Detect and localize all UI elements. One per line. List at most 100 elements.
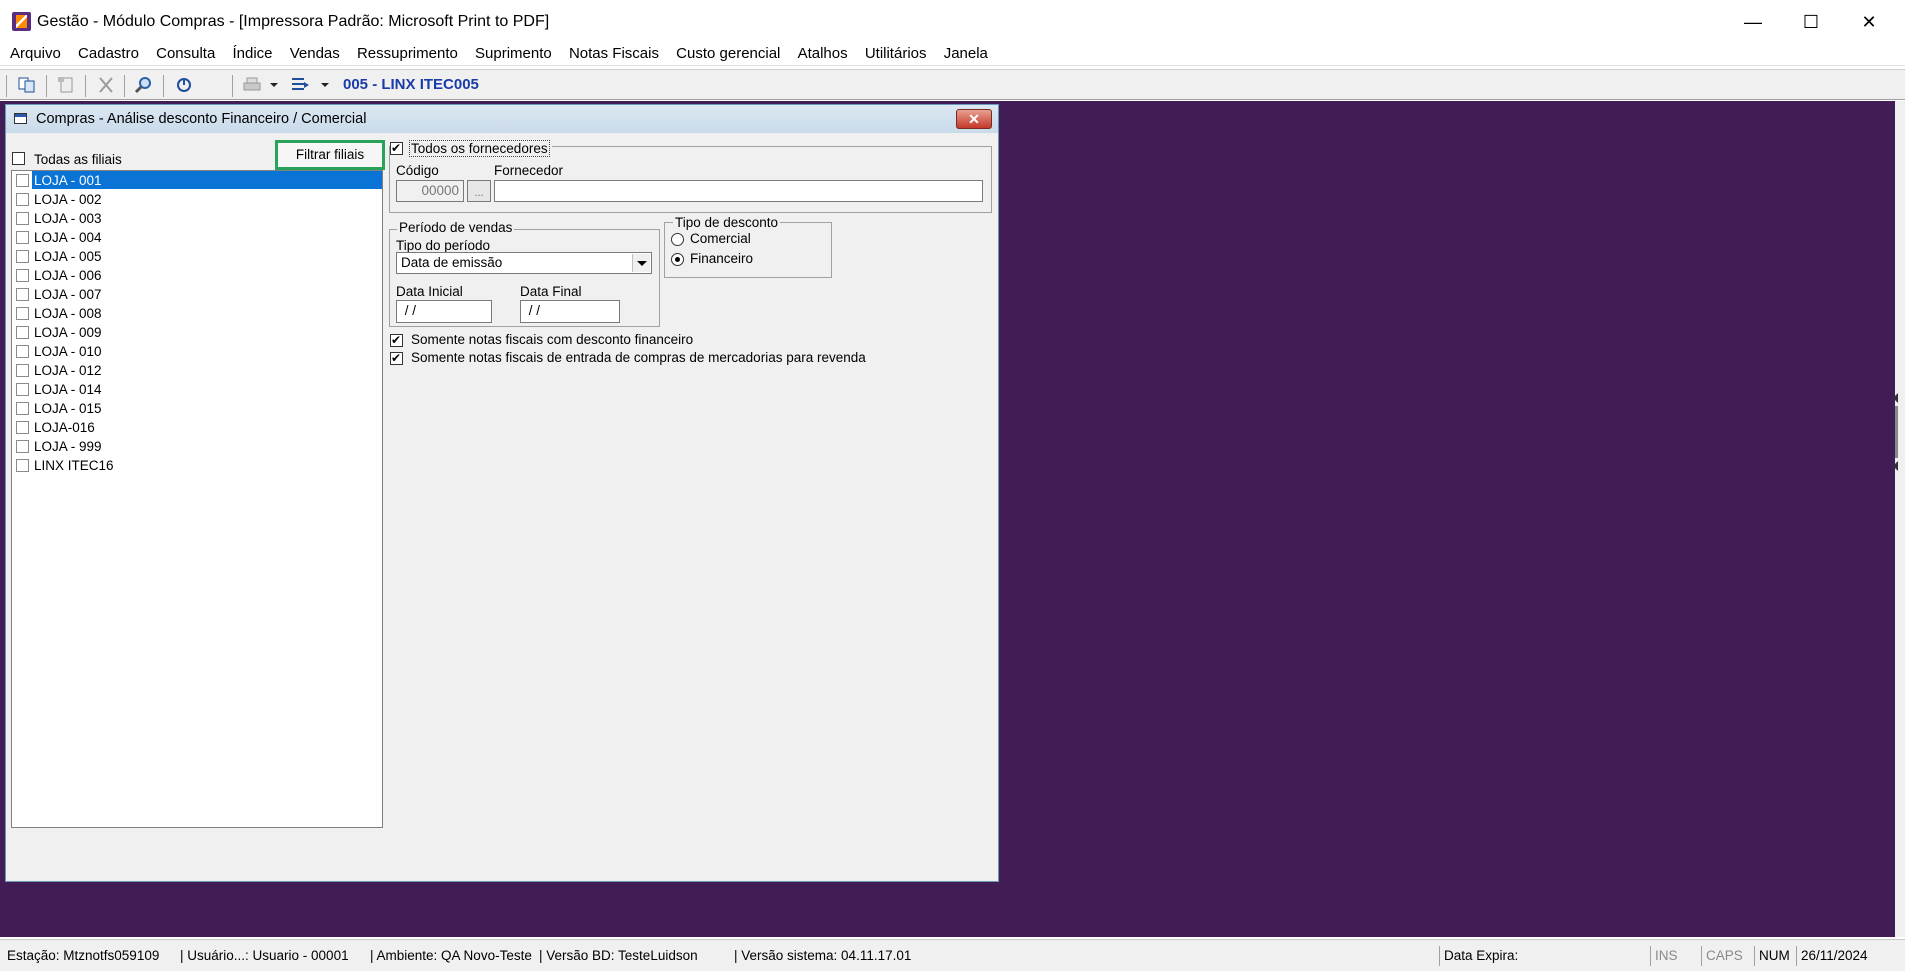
branch-checkbox[interactable]	[16, 345, 29, 358]
supplier-code-field[interactable]: 00000	[396, 180, 464, 202]
list-item[interactable]: LOJA - 002	[12, 190, 382, 209]
menu-cadastro[interactable]: Cadastro	[69, 42, 147, 66]
all-branches-checkbox[interactable]	[12, 152, 25, 165]
branch-label: LOJA - 006	[34, 268, 102, 283]
analysis-window-titlebar: Compras - Análise desconto Financeiro / …	[6, 105, 998, 133]
branch-checkbox[interactable]	[16, 326, 29, 339]
list-item[interactable]: LOJA - 005	[12, 247, 382, 266]
branch-label: LOJA - 999	[34, 439, 102, 454]
list-item[interactable]: LOJA - 010	[12, 342, 382, 361]
new-document-icon[interactable]	[57, 76, 77, 94]
menu-indice[interactable]: Índice	[224, 42, 281, 66]
list-item[interactable]: LOJA - 008	[12, 304, 382, 323]
discount-comercial-label: Comercial	[690, 231, 751, 246]
branch-checkbox[interactable]	[16, 212, 29, 225]
only-purchase-resale-checkbox[interactable]	[390, 350, 403, 366]
copy-icon[interactable]	[17, 76, 37, 94]
menu-arquivo[interactable]: Arquivo	[0, 42, 69, 66]
list-item[interactable]: LOJA - 014	[12, 380, 382, 399]
status-num: NUM	[1754, 946, 1795, 966]
branch-checkbox[interactable]	[16, 307, 29, 320]
status-db-version: | Versão BD: TesteLuidson	[539, 948, 698, 963]
branch-checkbox[interactable]	[16, 440, 29, 453]
scroll-arrows-icon[interactable]	[1893, 392, 1899, 472]
list-item[interactable]: LOJA - 009	[12, 323, 382, 342]
list-item[interactable]: LOJA - 001	[12, 171, 382, 190]
discount-comercial-radio[interactable]	[671, 233, 684, 246]
window-title: Gestão - Módulo Compras - [Impressora Pa…	[37, 13, 550, 30]
delete-icon[interactable]	[96, 76, 116, 94]
branch-label: LOJA - 007	[34, 287, 102, 302]
branch-label: LINX ITEC16	[34, 458, 114, 473]
branch-checkbox[interactable]	[16, 288, 29, 301]
branch-list[interactable]: LOJA - 001 LOJA - 002 LOJA - 003 LOJA - …	[11, 170, 383, 828]
branch-label: LOJA - 012	[34, 363, 102, 378]
list-item[interactable]: LINX ITEC16	[12, 456, 382, 475]
menu-consulta[interactable]: Consulta	[148, 42, 224, 66]
menu-notas-fiscais[interactable]: Notas Fiscais	[560, 42, 667, 66]
end-date-field[interactable]: / /	[520, 300, 620, 323]
minimize-icon: —	[1744, 12, 1762, 32]
export-icon[interactable]	[290, 76, 310, 94]
status-ins: INS	[1650, 946, 1700, 966]
all-suppliers-label: Todos os fornecedores	[409, 140, 550, 157]
dropdown-button[interactable]	[632, 254, 650, 272]
start-date-field[interactable]: / /	[396, 300, 492, 323]
toolbar-separator	[163, 75, 164, 97]
all-suppliers-checkbox[interactable]	[390, 140, 403, 156]
list-item[interactable]: LOJA - 003	[12, 209, 382, 228]
menu-janela[interactable]: Janela	[935, 42, 996, 66]
menu-utilitarios[interactable]: Utilitários	[856, 42, 935, 66]
branch-checkbox[interactable]	[16, 364, 29, 377]
close-icon: ✕	[968, 111, 980, 127]
toolbar-separator	[85, 75, 86, 97]
menu-suprimento[interactable]: Suprimento	[466, 42, 560, 66]
filter-branches-button[interactable]: Filtrar filiais	[275, 140, 385, 170]
minimize-button[interactable]: —	[1724, 4, 1782, 40]
window-icon	[14, 113, 27, 124]
list-item[interactable]: LOJA - 004	[12, 228, 382, 247]
list-item[interactable]: LOJA - 999	[12, 437, 382, 456]
branch-label: LOJA - 001	[34, 173, 102, 188]
menu-ressuprimento[interactable]: Ressuprimento	[348, 42, 466, 66]
branch-checkbox[interactable]	[16, 231, 29, 244]
search-icon[interactable]	[134, 76, 154, 94]
branch-label: LOJA - 009	[34, 325, 102, 340]
close-button[interactable]: ✕	[1840, 4, 1898, 40]
only-purchase-resale-label: Somente notas fiscais de entrada de comp…	[411, 350, 866, 365]
branch-checkbox[interactable]	[16, 421, 29, 434]
close-icon: ✕	[1861, 12, 1877, 32]
menu-atalhos[interactable]: Atalhos	[789, 42, 856, 66]
list-item[interactable]: LOJA - 012	[12, 361, 382, 380]
toolbar-grip	[6, 75, 7, 97]
dropdown-arrow-icon[interactable]	[319, 76, 331, 94]
branch-label: LOJA - 005	[34, 249, 102, 264]
period-type-select[interactable]: Data de emissão	[396, 252, 652, 274]
print-icon[interactable]	[242, 76, 262, 94]
menu-custo-gerencial[interactable]: Custo gerencial	[668, 42, 789, 66]
discount-financeiro-radio[interactable]	[671, 253, 684, 266]
power-icon[interactable]	[174, 76, 194, 94]
list-item[interactable]: LOJA - 006	[12, 266, 382, 285]
only-financial-discount-checkbox[interactable]	[390, 332, 403, 348]
supplier-lookup-button[interactable]: ...	[467, 180, 491, 202]
branch-checkbox[interactable]	[16, 193, 29, 206]
branch-checkbox[interactable]	[16, 174, 29, 187]
branch-label: LOJA - 015	[34, 401, 102, 416]
period-group-legend: Período de vendas	[397, 220, 515, 235]
branch-checkbox[interactable]	[16, 383, 29, 396]
list-item[interactable]: LOJA-016	[12, 418, 382, 437]
menu-vendas[interactable]: Vendas	[281, 42, 348, 66]
list-item[interactable]: LOJA - 007	[12, 285, 382, 304]
list-item[interactable]: LOJA - 015	[12, 399, 382, 418]
branch-checkbox[interactable]	[16, 250, 29, 263]
toolbar-separator	[232, 75, 233, 97]
dropdown-arrow-icon[interactable]	[268, 76, 280, 94]
supplier-name-field[interactable]	[494, 180, 983, 202]
maximize-button[interactable]: ☐	[1782, 4, 1840, 40]
branch-checkbox[interactable]	[16, 269, 29, 282]
analysis-window-close-button[interactable]: ✕	[956, 109, 992, 129]
branch-checkbox[interactable]	[16, 459, 29, 472]
branch-checkbox[interactable]	[16, 402, 29, 415]
status-environment: | Ambiente: QA Novo-Teste	[370, 948, 532, 963]
